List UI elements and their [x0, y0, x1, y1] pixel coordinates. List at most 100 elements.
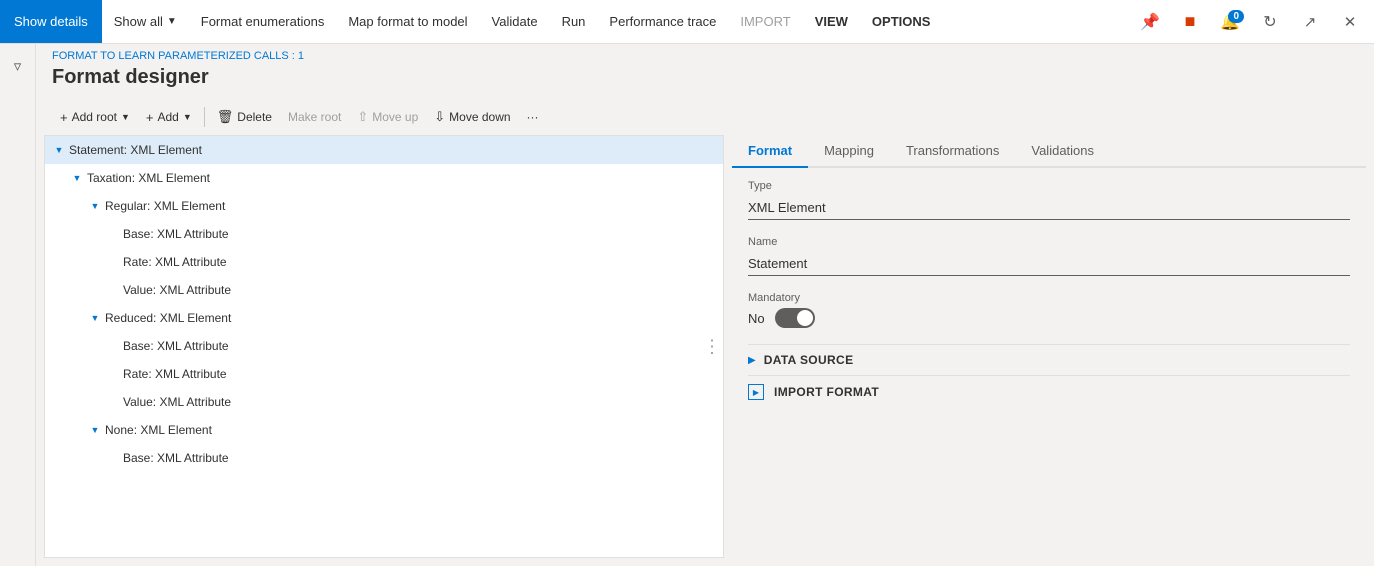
make-root-button[interactable]: Make root — [280, 103, 349, 131]
close-icon[interactable]: ✕ — [1334, 6, 1366, 38]
tab-format[interactable]: Format — [732, 135, 808, 168]
tree-item-label: Base: XML Attribute — [123, 451, 229, 465]
tree-item[interactable]: Rate: XML Attribute — [45, 248, 723, 276]
tree-chevron-icon: ▼ — [71, 172, 83, 184]
mandatory-toggle[interactable] — [775, 308, 815, 328]
validate-nav-item[interactable]: Validate — [480, 0, 550, 43]
tree-item-label: Statement: XML Element — [69, 143, 202, 157]
top-navigation: Show details Show all ▼ Format enumerati… — [0, 0, 1374, 44]
move-down-icon: ⇩ — [434, 109, 445, 125]
tree-item-label: Value: XML Attribute — [123, 283, 231, 297]
name-value: Statement — [748, 252, 1350, 276]
add-root-chevron-icon: ▼ — [121, 112, 130, 122]
add-button[interactable]: + Add ▼ — [138, 103, 200, 131]
nav-right-icons: 📌 ■ 🔔 0 ↻ ↗ ✕ — [1134, 6, 1374, 38]
tree-chevron-icon — [107, 256, 119, 268]
tree-chevron-icon: ▼ — [89, 312, 101, 324]
validate-label: Validate — [492, 14, 538, 29]
tree-item-label: Regular: XML Element — [105, 199, 225, 213]
import-nav-item[interactable]: IMPORT — [728, 0, 802, 43]
right-panel: FormatMappingTransformationsValidations … — [732, 135, 1366, 558]
filter-icon[interactable]: ▿ — [4, 52, 32, 80]
map-format-to-model-nav-item[interactable]: Map format to model — [336, 0, 479, 43]
tree-item[interactable]: Value: XML Attribute — [45, 388, 723, 416]
office-icon[interactable]: ■ — [1174, 6, 1206, 38]
tree-chevron-icon — [107, 396, 119, 408]
tree-item-label: Base: XML Attribute — [123, 227, 229, 241]
tree-chevron-icon — [107, 340, 119, 352]
move-up-icon: ⇧ — [357, 109, 368, 125]
add-label: Add — [157, 110, 178, 124]
tree-chevron-icon: ▼ — [53, 144, 65, 156]
tree-item[interactable]: ▼Taxation: XML Element — [45, 164, 723, 192]
tree-chevron-icon — [107, 368, 119, 380]
tree-chevron-icon: ▼ — [89, 200, 101, 212]
move-up-label: Move up — [372, 110, 418, 124]
info-bar-text: FORMAT TO LEARN PARAMETERIZED CALLS : 1 — [52, 50, 304, 62]
tree-item[interactable]: ▼ Regular: XML Element — [45, 192, 723, 220]
add-icon: + — [146, 110, 154, 125]
options-label: OPTIONS — [872, 14, 931, 29]
performance-trace-nav-item[interactable]: Performance trace — [597, 0, 728, 43]
tab-validations[interactable]: Validations — [1015, 135, 1110, 168]
data-source-expand-icon: ▶ — [748, 355, 756, 366]
mandatory-no-label: No — [748, 311, 765, 326]
pin-icon[interactable]: 📌 — [1134, 6, 1166, 38]
move-up-button[interactable]: ⇧ Move up — [349, 103, 426, 131]
tree-item[interactable]: Rate: XML Attribute — [45, 360, 723, 388]
show-all-chevron-icon: ▼ — [167, 16, 177, 27]
tree-item[interactable]: ▼ Statement: XML Element — [45, 136, 723, 164]
tree-item[interactable]: Base: XML Attribute — [45, 332, 723, 360]
format-enumerations-nav-item[interactable]: Format enumerations — [189, 0, 337, 43]
tree-item[interactable]: Value: XML Attribute — [45, 276, 723, 304]
add-root-icon: + — [60, 110, 68, 125]
run-label: Run — [562, 14, 586, 29]
left-sidebar: ▿ — [0, 44, 36, 566]
map-format-to-model-label: Map format to model — [348, 14, 467, 29]
tree-item-label: Base: XML Attribute — [123, 339, 229, 353]
format-enumerations-label: Format enumerations — [201, 14, 325, 29]
tree-item[interactable]: ▼None: XML Element — [45, 416, 723, 444]
mandatory-label: Mandatory — [748, 292, 1350, 304]
options-nav-item[interactable]: OPTIONS — [860, 0, 943, 43]
delete-icon: 🗑 — [217, 109, 234, 125]
show-all-nav-item[interactable]: Show all ▼ — [102, 0, 189, 43]
view-label: VIEW — [815, 14, 848, 29]
show-details-button[interactable]: Show details — [0, 0, 102, 43]
tree-item[interactable]: Base: XML Attribute — [45, 444, 723, 472]
add-root-button[interactable]: + Add root ▼ — [52, 103, 138, 131]
popout-icon[interactable]: ↗ — [1294, 6, 1326, 38]
tab-transformations[interactable]: Transformations — [890, 135, 1015, 168]
refresh-icon[interactable]: ↻ — [1254, 6, 1286, 38]
tree-chevron-icon — [107, 452, 119, 464]
toolbar-separator-1 — [204, 107, 205, 127]
make-root-label: Make root — [288, 110, 341, 124]
notification-icon[interactable]: 🔔 0 — [1214, 6, 1246, 38]
view-nav-item[interactable]: VIEW — [803, 0, 860, 43]
page-title: Format designer — [36, 64, 1374, 99]
import-format-section[interactable]: ▶ IMPORT FORMAT — [748, 375, 1350, 408]
add-chevron-icon: ▼ — [183, 112, 192, 122]
import-label: IMPORT — [740, 14, 790, 29]
split-content: ⋮ ▼ Statement: XML Element ▼Taxation: XML … — [36, 135, 1374, 566]
data-source-section[interactable]: ▶ DATA SOURCE — [748, 344, 1350, 375]
tree-item[interactable]: ▼Reduced: XML Element — [45, 304, 723, 332]
tree-item[interactable]: Base: XML Attribute — [45, 220, 723, 248]
delete-button[interactable]: 🗑 Delete — [209, 103, 280, 131]
toolbar: + Add root ▼ + Add ▼ 🗑 Delete Make root … — [36, 99, 1374, 135]
more-button[interactable]: ··· — [519, 103, 547, 131]
run-nav-item[interactable]: Run — [550, 0, 598, 43]
move-down-label: Move down — [449, 110, 510, 124]
tree-chevron-icon — [107, 228, 119, 240]
type-value: XML Element — [748, 196, 1350, 220]
tree-item-label: None: XML Element — [105, 423, 212, 437]
mandatory-property-group: Mandatory No — [748, 292, 1350, 328]
properties-panel: Type XML Element Name Statement Mandator… — [732, 168, 1366, 558]
name-property-group: Name Statement — [748, 236, 1350, 276]
tab-mapping[interactable]: Mapping — [808, 135, 890, 168]
tabs-bar: FormatMappingTransformationsValidations — [732, 135, 1366, 168]
resize-handle[interactable]: ⋮ — [701, 336, 723, 357]
more-icon: ··· — [527, 110, 539, 124]
move-down-button[interactable]: ⇩ Move down — [426, 103, 518, 131]
tree-panel: ⋮ ▼ Statement: XML Element ▼Taxation: XML … — [44, 135, 724, 558]
